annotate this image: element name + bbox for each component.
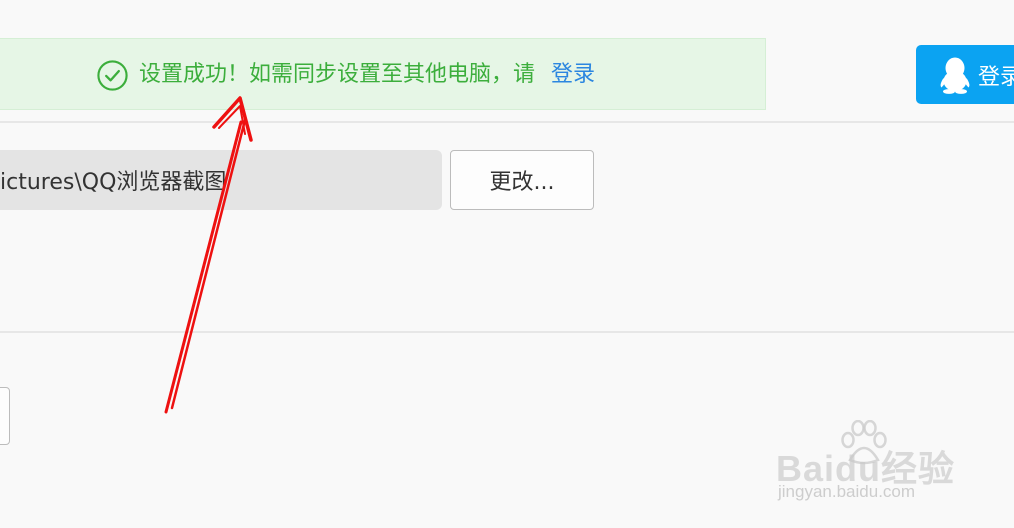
success-message: 设置成功！如需同步设置至其他电脑，请 [139, 62, 536, 87]
success-banner-content: 设置成功！如需同步设置至其他电脑，请 登录 [96, 59, 595, 91]
section-divider-bottom [0, 331, 1014, 333]
partially-visible-button[interactable] [0, 387, 10, 445]
watermark-url-text: jingyan.baidu.com [778, 482, 916, 501]
check-circle-icon [97, 59, 128, 91]
qq-penguin-icon [940, 57, 970, 94]
success-banner: 设置成功！如需同步设置至其他电脑，请 登录 [0, 38, 766, 110]
login-button[interactable]: 登录 [916, 45, 1014, 104]
change-path-button[interactable]: 更改... [450, 150, 594, 210]
download-path-field[interactable]: ictures\QQ浏览器截图 [0, 150, 442, 210]
login-link[interactable]: 登录 [551, 59, 595, 91]
baidu-jingyan-watermark: Baidu经验 jingyan.baidu.com [776, 420, 976, 510]
login-button-label: 登录 [978, 64, 1014, 90]
section-divider-top [0, 121, 1014, 123]
